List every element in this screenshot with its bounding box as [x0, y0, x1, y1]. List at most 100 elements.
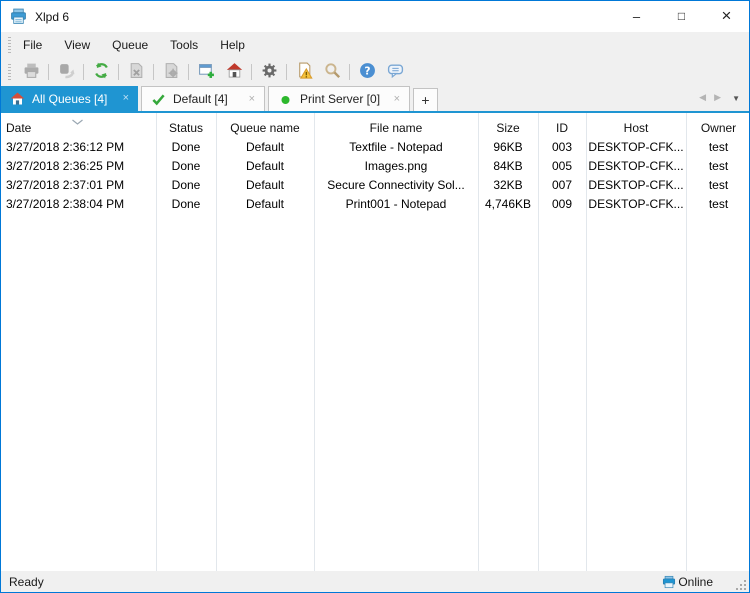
sort-chevron-down-icon — [71, 114, 84, 125]
status-bar: Ready Online — [1, 571, 749, 592]
job-properties-button[interactable] — [158, 60, 184, 84]
tab-default[interactable]: Default [4] × — [141, 86, 265, 111]
refresh-button[interactable] — [88, 60, 114, 84]
menu-tools[interactable]: Tools — [160, 34, 208, 56]
new-queue-button[interactable] — [193, 60, 219, 84]
column-divider — [586, 113, 587, 571]
menu-view[interactable]: View — [54, 34, 100, 56]
cell-queue: Default — [245, 158, 285, 173]
search-icon — [324, 62, 341, 82]
job-table: Date Status Queue name File name Size ID… — [1, 113, 749, 571]
menu-grip-handle[interactable] — [8, 36, 11, 53]
cell-id: 007 — [551, 177, 573, 192]
cell-status: Done — [171, 196, 201, 211]
tab-scroll-left-icon[interactable]: ◀ — [699, 92, 706, 103]
column-divider — [314, 113, 315, 571]
cell-owner: test — [708, 139, 729, 154]
settings-button[interactable] — [256, 60, 282, 84]
printer-icon — [23, 62, 40, 82]
column-divider — [686, 113, 687, 571]
close-button[interactable]: × — [704, 1, 749, 31]
printer-status-icon — [663, 575, 676, 588]
tab-close-icon[interactable]: × — [123, 93, 129, 104]
menu-queue[interactable]: Queue — [102, 34, 158, 56]
green-dot-icon — [278, 92, 293, 107]
help-icon: ? — [359, 62, 376, 82]
tab-print-server[interactable]: Print Server [0] × — [268, 86, 410, 111]
tab-scroll-right-icon[interactable]: ▶ — [714, 92, 721, 103]
column-divider — [538, 113, 539, 571]
app-printer-icon — [10, 8, 27, 25]
cell-file: Textfile - Notepad — [349, 139, 443, 154]
header-file-name[interactable]: File name — [314, 113, 478, 137]
cell-owner: test — [708, 196, 729, 211]
new-window-plus-icon — [198, 62, 215, 82]
header-size[interactable]: Size — [478, 113, 538, 137]
tab-list-dropdown-icon[interactable]: ▼ — [732, 94, 740, 103]
cell-host: DESKTOP-CFK... — [588, 177, 684, 192]
cell-file: Images.png — [364, 158, 428, 173]
title-bar: Xlpd 6 – □ × — [1, 1, 749, 32]
toolbar-grip-handle[interactable] — [8, 63, 11, 80]
cell-queue: Default — [245, 139, 285, 154]
menu-bar: File View Queue Tools Help — [1, 32, 749, 57]
cell-size: 84KB — [493, 158, 523, 173]
cell-date: 3/27/2018 2:36:25 PM — [6, 158, 125, 173]
toolbar-separator — [286, 63, 287, 80]
minimize-button[interactable]: – — [614, 1, 659, 31]
tab-close-icon[interactable]: × — [249, 93, 255, 105]
app-window: Xlpd 6 – □ × File View Queue Tools Help — [0, 0, 750, 593]
tab-label: Print Server [0] — [300, 92, 381, 106]
toolbar: ? — [1, 57, 749, 86]
help-button[interactable]: ? — [354, 60, 380, 84]
search-button[interactable] — [319, 60, 345, 84]
home-button[interactable] — [221, 60, 247, 84]
cell-date: 3/27/2018 2:37:01 PM — [6, 177, 125, 192]
column-divider — [478, 113, 479, 571]
cell-queue: Default — [245, 196, 285, 211]
table-header: Date Status Queue name File name Size ID… — [1, 113, 749, 137]
resize-grip[interactable] — [735, 579, 747, 591]
header-owner[interactable]: Owner — [686, 113, 749, 137]
cell-date: 3/27/2018 2:36:12 PM — [6, 139, 125, 154]
refresh-icon — [93, 62, 110, 82]
cell-id: 009 — [551, 196, 573, 211]
table-row[interactable]: 3/27/2018 2:36:25 PM Done Default Images… — [1, 156, 749, 175]
tab-all-queues[interactable]: All Queues [4] × — [1, 86, 138, 111]
menu-file[interactable]: File — [13, 34, 52, 56]
header-status[interactable]: Status — [156, 113, 216, 137]
cell-size: 32KB — [493, 177, 523, 192]
cell-owner: test — [708, 177, 729, 192]
resume-button[interactable] — [53, 60, 79, 84]
delete-job-button[interactable] — [123, 60, 149, 84]
maximize-button[interactable]: □ — [659, 1, 704, 31]
toolbar-separator — [349, 63, 350, 80]
toolbar-separator — [153, 63, 154, 80]
print-button[interactable] — [18, 60, 44, 84]
table-row[interactable]: 3/27/2018 2:38:04 PM Done Default Print0… — [1, 194, 749, 213]
home-icon — [10, 91, 25, 106]
online-label: Online — [678, 574, 713, 589]
table-row[interactable]: 3/27/2018 2:36:12 PM Done Default Textfi… — [1, 137, 749, 156]
menu-help[interactable]: Help — [210, 34, 255, 56]
feedback-button[interactable] — [382, 60, 408, 84]
queue-tab-bar: All Queues [4] × Default [4] × Print Ser… — [1, 86, 749, 113]
column-divider — [156, 113, 157, 571]
tab-label: All Queues [4] — [32, 91, 108, 106]
feedback-bubble-icon — [387, 62, 404, 82]
resume-icon — [58, 62, 75, 82]
toolbar-separator — [83, 63, 84, 80]
add-tab-button[interactable]: + — [413, 88, 438, 111]
home-icon — [226, 62, 243, 82]
cell-id: 003 — [551, 139, 573, 154]
toolbar-separator — [118, 63, 119, 80]
cell-date: 3/27/2018 2:38:04 PM — [6, 196, 125, 211]
table-row[interactable]: 3/27/2018 2:37:01 PM Done Default Secure… — [1, 175, 749, 194]
tab-close-icon[interactable]: × — [394, 93, 400, 105]
header-queue-name[interactable]: Queue name — [216, 113, 314, 137]
header-id[interactable]: ID — [538, 113, 586, 137]
header-host[interactable]: Host — [586, 113, 686, 137]
tab-label: Default [4] — [173, 92, 228, 106]
view-log-button[interactable] — [291, 60, 317, 84]
cell-status: Done — [171, 139, 201, 154]
